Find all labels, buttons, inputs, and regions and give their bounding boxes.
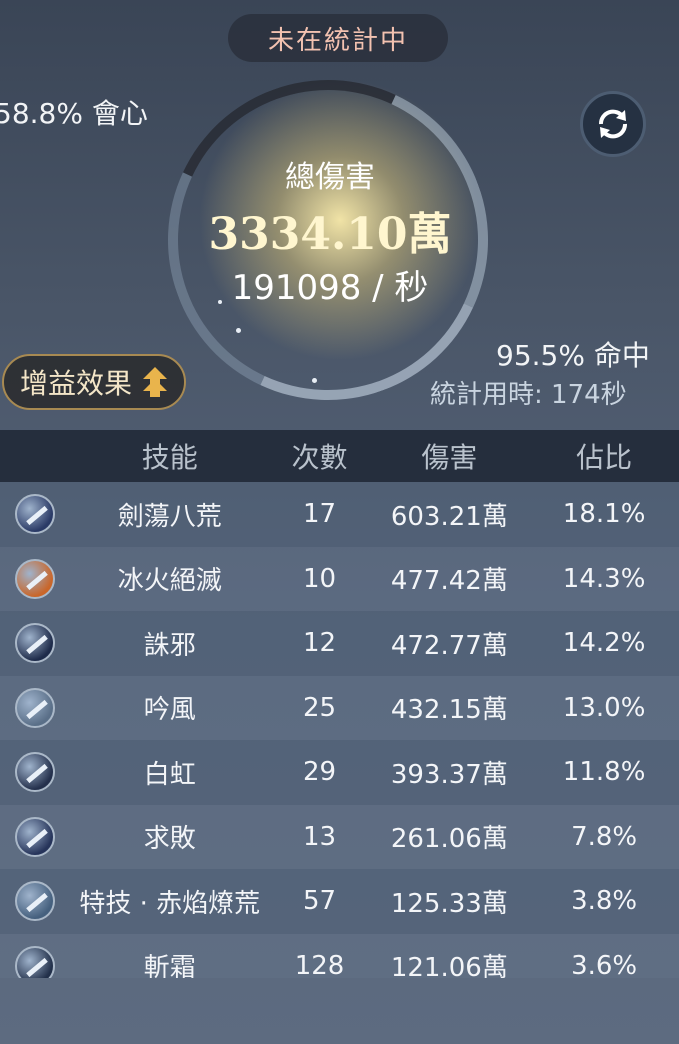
- stats-timer: 統計用時: 174秒: [430, 380, 627, 410]
- table-row: 劍蕩八荒 17 603.21萬 18.1%: [0, 482, 679, 547]
- skill-table-body: 劍蕩八荒 17 603.21萬 18.1% 冰火絕滅 10 477.42萬 14.3% 誅邪 12…: [0, 482, 679, 978]
- table-header: 技能 次數 傷害 佔比: [0, 430, 679, 482]
- skill-share: 3.6%: [571, 950, 638, 978]
- skill-count: 25: [302, 692, 337, 723]
- skill-count: 13: [302, 821, 337, 852]
- skill-table-viewport[interactable]: 技能 次數 傷害 佔比 劍蕩八荒 17 603.21萬 18.1% 冰火絕滅 10 477.…: [0, 430, 679, 978]
- skill-count: 57: [302, 886, 337, 917]
- table-row: 吟風 25 432.15萬 13.0%: [0, 675, 679, 740]
- status-pill[interactable]: 未在統計中: [228, 14, 448, 62]
- skill-name: 斬霜: [143, 953, 196, 978]
- buff-effects-button[interactable]: 增益效果: [2, 354, 186, 410]
- skill-count: 128: [294, 950, 345, 978]
- skill-damage: 121.06萬: [390, 953, 508, 978]
- skill-share: 7.8%: [571, 821, 638, 852]
- refresh-button[interactable]: [580, 91, 646, 157]
- skill-damage: 432.15萬: [390, 695, 508, 726]
- damage-per-second: 191098 / 秒: [231, 268, 429, 308]
- header-share: 佔比: [576, 441, 633, 474]
- table-row: 白虹 29 393.37萬 11.8%: [0, 740, 679, 805]
- header-skill: 技能: [141, 441, 198, 474]
- skill-share: 3.8%: [571, 886, 638, 917]
- frost-slash-icon: [14, 945, 55, 978]
- blazing-wind-icon: [14, 881, 55, 922]
- hit-rate: 95.5% 命中: [496, 339, 650, 372]
- skill-name: 白虹: [143, 759, 196, 790]
- table-row: 特技 · 赤焰燎荒 57 125.33萬 3.8%: [0, 869, 679, 934]
- skill-share: 13.0%: [562, 692, 646, 723]
- table-row: 誅邪 12 472.77萬 14.2%: [0, 611, 679, 676]
- skill-damage: 477.42萬: [390, 566, 508, 597]
- skill-name: 吟風: [143, 695, 196, 726]
- skill-name: 誅邪: [143, 630, 196, 661]
- skill-name: 特技 · 赤焰燎荒: [79, 888, 261, 919]
- header-damage: 傷害: [421, 441, 478, 474]
- header-count: 次數: [291, 441, 348, 474]
- crit-rate: 58.8% 會心: [0, 97, 148, 130]
- skill-count: 10: [302, 563, 337, 594]
- skill-count: 29: [302, 757, 337, 788]
- skill-count: 17: [302, 499, 337, 530]
- skill-count: 12: [302, 628, 337, 659]
- skill-damage: 603.21萬: [390, 501, 508, 532]
- skill-share: 11.8%: [562, 757, 646, 788]
- refresh-icon: [598, 109, 628, 139]
- table-row: 冰火絕滅 10 477.42萬 14.3%: [0, 546, 679, 611]
- sword-thrust-icon: [14, 816, 55, 857]
- skill-damage: 261.06萬: [390, 824, 508, 855]
- status-label: 未在統計中: [267, 25, 408, 56]
- skill-share: 14.3%: [562, 563, 646, 594]
- skill-damage: 393.37萬: [390, 759, 508, 790]
- total-damage-label: 總傷害: [285, 160, 375, 195]
- table-row: 斬霜 128 121.06萬 3.6%: [0, 933, 679, 978]
- table-row: 求敗 13 261.06萬 7.8%: [0, 804, 679, 869]
- sword-slash-icon: [14, 494, 55, 535]
- skill-share: 14.2%: [562, 628, 646, 659]
- skill-damage: 125.33萬: [390, 888, 508, 919]
- total-damage-value: 3334.10萬: [208, 209, 452, 260]
- fire-ice-wing-icon: [14, 558, 55, 599]
- buff-arrow-icon: [143, 367, 168, 397]
- skill-damage: 472.77萬: [390, 630, 508, 661]
- white-rainbow-blade-icon: [14, 752, 55, 793]
- skill-share: 18.1%: [562, 499, 646, 530]
- skill-name: 劍蕩八荒: [117, 501, 222, 532]
- sparkle-dot: [236, 328, 241, 333]
- buff-effects-label: 增益效果: [20, 367, 133, 400]
- skill-name: 求敗: [143, 824, 196, 855]
- sparkle-dot: [312, 378, 317, 383]
- skill-name: 冰火絕滅: [117, 566, 222, 597]
- swordsman-figure-icon: [14, 623, 55, 664]
- wind-blade-icon: [14, 687, 55, 728]
